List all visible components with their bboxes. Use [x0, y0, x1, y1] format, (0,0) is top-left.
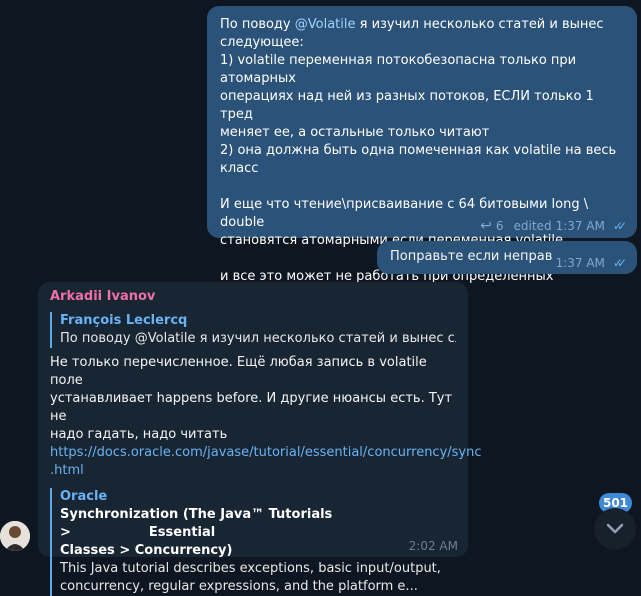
message-text: Поправьте если неправ	[390, 249, 553, 264]
message-meta: ↩ 6 edited 1:37 AM ✓✓	[480, 218, 627, 234]
double-check-icon: ✓✓	[612, 256, 627, 270]
message-meta: 1:37 AM ✓✓	[556, 256, 627, 270]
url-link-continued[interactable]: .html	[50, 462, 456, 480]
mention-link[interactable]: @Volatile	[295, 17, 356, 32]
outgoing-message[interactable]: Поправьте если неправ 1:37 AM ✓✓	[377, 241, 637, 274]
preview-description: This Java tutorial describes exceptions,…	[60, 561, 441, 576]
preview-title-line2: Classes > Concurrency)	[60, 543, 233, 558]
edited-label: edited	[513, 219, 552, 233]
scroll-down-button[interactable]	[594, 508, 636, 550]
message-time: 2:02 AM	[408, 539, 458, 553]
incoming-message[interactable]: Arkadii Ivanov François Leclercq По пово…	[38, 282, 482, 596]
quote-text: По поводу @Volatile я изучил несколько с…	[60, 331, 456, 346]
reply-arrow-icon[interactable]: ↩	[480, 218, 492, 234]
avatar[interactable]	[0, 521, 30, 551]
outgoing-message[interactable]: По поводу @Volatile я изучил несколько с…	[207, 6, 637, 302]
reply-quote[interactable]: François Leclercq По поводу @Volatile я …	[50, 312, 456, 348]
preview-site-name: Oracle	[60, 489, 108, 504]
link-preview[interactable]: Oracle Synchronization (The Java™ Tutori…	[50, 488, 456, 596]
url-link[interactable]: https://docs.oracle.com/javase/tutorial/…	[50, 444, 482, 462]
quote-author: François Leclercq	[60, 313, 188, 328]
sender-name[interactable]: Arkadii Ivanov	[50, 288, 456, 306]
preview-title: Synchronization (The Java™ Tutorials > Es…	[60, 507, 333, 540]
reply-count[interactable]: 6	[496, 219, 504, 233]
message-text: Не только перечисленное. Ещё любая запис…	[50, 355, 482, 480]
preview-description-line2: concurrency, regular expressions, and th…	[60, 579, 418, 594]
chevron-down-icon	[606, 523, 624, 534]
message-time: 1:37 AM	[555, 219, 605, 233]
message-time: 1:37 AM	[555, 256, 605, 270]
double-check-icon: ✓✓	[612, 219, 627, 233]
